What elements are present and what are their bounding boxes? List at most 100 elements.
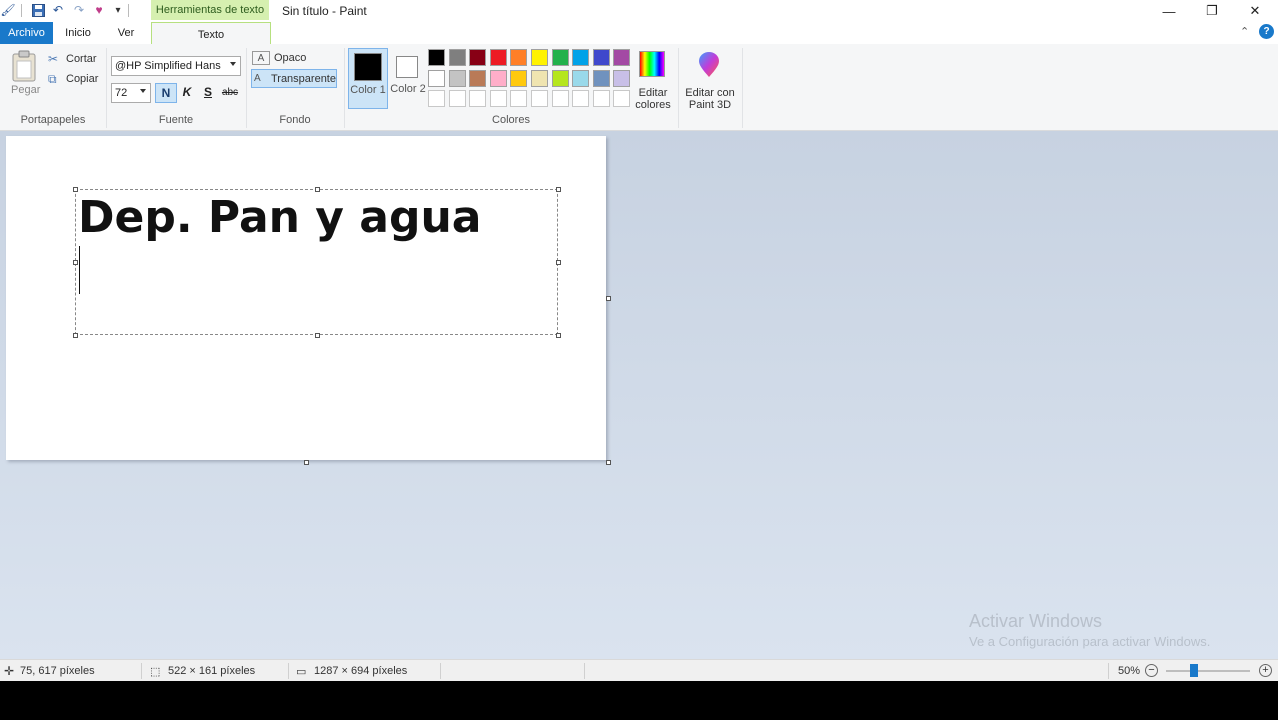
group-label-portapapeles: Portapapeles	[20, 114, 86, 126]
zoom-out-button[interactable]: −	[1145, 664, 1158, 677]
paste-label: Pegar	[11, 84, 41, 96]
resize-handle-sw[interactable]	[73, 333, 78, 338]
tab-ver[interactable]: Ver	[108, 22, 144, 44]
edit-with-paint3d-label: Editar con Paint 3D	[685, 87, 735, 111]
paint3d-icon	[699, 52, 719, 77]
chevron-down-icon	[230, 62, 236, 66]
canvas-resize-handle-e[interactable]	[606, 296, 611, 301]
bold-button[interactable]: N	[155, 83, 177, 103]
selection-icon: ⬚	[150, 665, 161, 678]
rainbow-palette-icon	[639, 51, 665, 77]
resize-handle-w[interactable]	[73, 260, 78, 265]
font-size-value: 72	[115, 87, 128, 99]
palette-swatch[interactable]	[572, 69, 590, 87]
zoom-percent: 50%	[1118, 665, 1141, 677]
tab-inicio[interactable]: Inicio	[58, 22, 98, 44]
redo-icon[interactable]: ↷	[71, 2, 87, 18]
palette-swatch[interactable]	[448, 69, 466, 87]
resize-handle-s[interactable]	[315, 333, 320, 338]
palette-swatch[interactable]	[510, 90, 528, 107]
palette-swatch[interactable]	[572, 49, 590, 66]
italic-button[interactable]: K	[177, 83, 197, 101]
save-icon[interactable]	[30, 2, 46, 18]
image-size-value: 1287 × 694 píxeles	[314, 665, 408, 677]
resize-handle-se[interactable]	[556, 333, 561, 338]
undo-icon[interactable]: ↶	[50, 2, 66, 18]
palette-swatch[interactable]	[448, 90, 466, 107]
paste-icon	[12, 50, 36, 82]
canvas-resize-handle-se[interactable]	[606, 460, 611, 465]
activate-windows-title: Activar Windows	[969, 611, 1103, 631]
palette-swatch[interactable]	[613, 69, 631, 87]
copy-button[interactable]: ⧉ Copiar	[48, 71, 98, 87]
transparent-button[interactable]: A Transparente	[251, 69, 337, 88]
palette-swatch[interactable]	[469, 90, 487, 107]
tab-archivo[interactable]: Archivo	[0, 22, 53, 44]
resize-handle-ne[interactable]	[556, 187, 561, 192]
qa-separator	[128, 4, 129, 17]
palette-swatch[interactable]	[531, 69, 548, 87]
color2-swatch	[396, 56, 418, 78]
palette-swatch[interactable]	[592, 49, 610, 66]
palette-swatch[interactable]	[448, 49, 466, 66]
collapse-ribbon-icon[interactable]: ⌃	[1240, 25, 1249, 38]
image-size: ▭ 1287 × 694 píxeles	[296, 660, 407, 682]
palette-swatch[interactable]	[531, 49, 548, 66]
palette-swatch[interactable]	[613, 90, 631, 107]
font-family-select[interactable]: @HP Simplified Hans	[111, 56, 241, 76]
strikethrough-button[interactable]: abc	[220, 83, 240, 101]
font-size-select[interactable]: 72	[111, 83, 151, 103]
palette-swatch[interactable]	[592, 69, 610, 87]
palette-swatch[interactable]	[551, 69, 569, 87]
selection-size-value: 522 × 161 píxeles	[168, 665, 256, 677]
transparent-label: Transparente	[270, 72, 336, 85]
palette-swatch[interactable]	[489, 90, 507, 107]
edit-colors-button[interactable]: Editar colores	[635, 48, 671, 111]
color2-button[interactable]: Color 2	[390, 48, 426, 109]
palette-swatch[interactable]	[551, 90, 569, 107]
palette-swatch[interactable]	[613, 49, 631, 66]
palette-swatch[interactable]	[572, 90, 590, 107]
restore-button[interactable]: ❐	[1190, 0, 1234, 22]
canvas-resize-handle-s[interactable]	[304, 460, 309, 465]
paint3d-quick-icon[interactable]: ♥	[91, 2, 107, 18]
color1-swatch	[354, 53, 382, 81]
paint-app-icon[interactable]: 🖌	[0, 2, 16, 18]
tab-texto[interactable]: Texto	[151, 22, 271, 46]
customize-qa-icon[interactable]: ▾	[110, 2, 126, 18]
palette-swatch[interactable]	[510, 69, 528, 87]
palette-swatch[interactable]	[551, 49, 569, 66]
underline-button[interactable]: S	[198, 83, 218, 101]
selection-size: ⬚ 522 × 161 píxeles	[150, 660, 255, 682]
scissors-icon: ✂	[48, 52, 59, 66]
edit-with-paint3d-button[interactable]: Editar con Paint 3D	[682, 48, 738, 111]
palette-swatch[interactable]	[510, 49, 528, 66]
palette-swatch[interactable]	[469, 49, 487, 66]
palette-swatch[interactable]	[592, 90, 610, 107]
group-label-fuente: Fuente	[158, 114, 194, 126]
zoom-slider[interactable]	[1166, 670, 1250, 672]
close-button[interactable]: ✕	[1233, 0, 1277, 22]
zoom-in-button[interactable]: +	[1259, 664, 1272, 677]
minimize-button[interactable]: —	[1147, 0, 1191, 22]
palette-swatch[interactable]	[428, 69, 445, 87]
resize-handle-e[interactable]	[556, 260, 561, 265]
palette-swatch[interactable]	[428, 90, 445, 107]
chevron-down-icon	[140, 89, 146, 93]
palette-swatch[interactable]	[489, 49, 507, 66]
help-icon[interactable]: ?	[1259, 24, 1274, 39]
palette-swatch[interactable]	[489, 69, 507, 87]
cut-button[interactable]: ✂ Cortar	[48, 51, 97, 67]
activate-windows-subtitle: Ve a Configuración para activar Windows.	[969, 634, 1211, 649]
status-separator	[440, 663, 441, 679]
opaque-button[interactable]: A Opaco	[252, 49, 338, 67]
palette-swatch[interactable]	[428, 49, 445, 66]
paste-button[interactable]: Pegar	[10, 50, 42, 98]
color1-button[interactable]: Color 1	[348, 48, 388, 109]
palette-swatch[interactable]	[531, 90, 548, 107]
edit-colors-label: Editar colores	[635, 87, 671, 111]
transparent-icon: A	[254, 73, 261, 84]
zoom-slider-thumb[interactable]	[1190, 664, 1198, 677]
palette-swatch[interactable]	[469, 69, 487, 87]
status-separator	[288, 663, 289, 679]
